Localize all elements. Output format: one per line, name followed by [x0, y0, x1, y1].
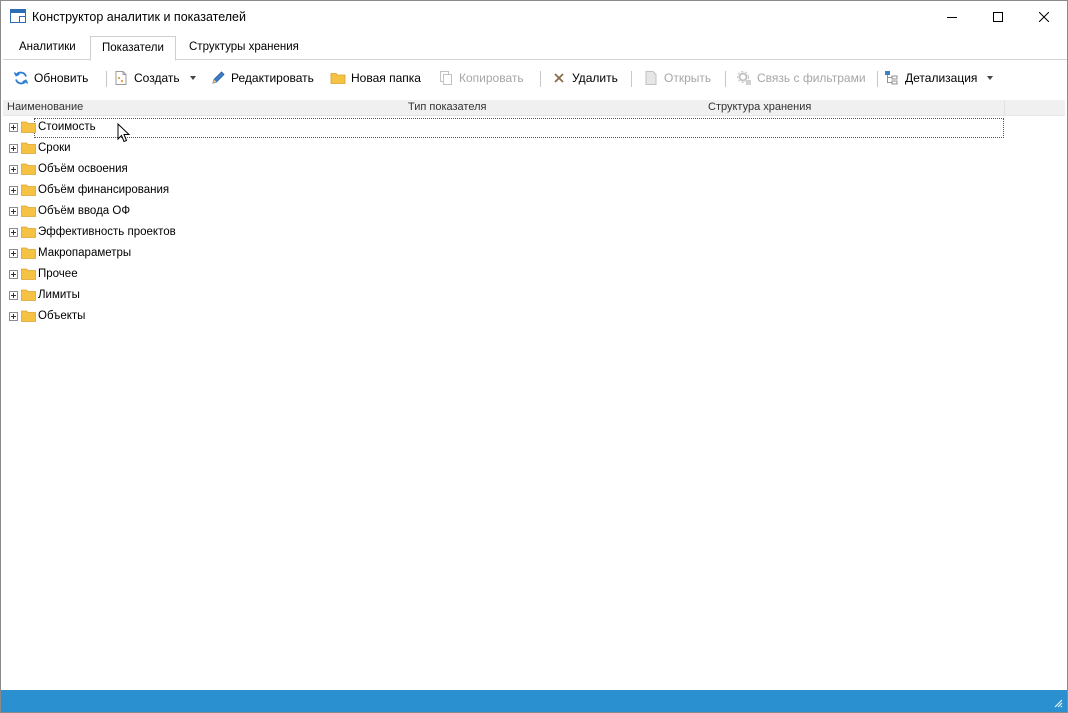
create-dropdown-arrow[interactable] [190, 76, 196, 80]
tab-strip: Аналитики Показатели Структуры хранения [3, 36, 1067, 61]
tree-row[interactable]: Объём освоения [3, 160, 1005, 180]
copy-icon [438, 70, 454, 86]
maximize-icon [993, 12, 1003, 22]
folder-icon [21, 310, 36, 322]
close-icon [1039, 12, 1049, 22]
edit-label: Редактировать [231, 71, 314, 85]
gear-link-icon [736, 70, 752, 86]
open-document-icon [643, 70, 659, 86]
tree-row-label: Лимиты [38, 289, 80, 301]
folder-icon [21, 268, 36, 280]
new-folder-button[interactable]: Новая папка [330, 67, 421, 89]
column-header-name[interactable]: Наименование [7, 101, 83, 113]
delete-label: Удалить [572, 71, 618, 85]
detail-label: Детализация [905, 71, 978, 85]
title-bar[interactable]: Конструктор аналитик и показателей [1, 1, 1067, 33]
toolbar-separator [540, 71, 541, 87]
refresh-icon [13, 70, 29, 86]
folder-icon [21, 247, 36, 259]
hierarchy-icon [884, 70, 900, 86]
detail-button[interactable]: Детализация [884, 67, 977, 89]
open-label: Открыть [664, 71, 712, 85]
tree-row-label: Объём освоения [38, 163, 128, 175]
expand-icon[interactable] [9, 207, 18, 216]
copy-button[interactable]: Копировать [438, 67, 524, 89]
tab-storage-structures[interactable]: Структуры хранения [178, 36, 310, 60]
delete-button[interactable]: Удалить [551, 67, 618, 89]
detail-dropdown-arrow[interactable] [987, 76, 993, 80]
tree-row-label: Объём ввода ОФ [38, 205, 131, 217]
column-header-type[interactable]: Тип показателя [408, 101, 486, 113]
open-button[interactable]: Открыть [643, 67, 711, 89]
toolbar-separator [725, 71, 726, 87]
tree-row[interactable]: Эффективность проектов [3, 223, 1005, 243]
new-folder-label: Новая папка [351, 71, 421, 85]
delete-icon [551, 70, 567, 86]
tree-row-label: Объекты [38, 310, 86, 322]
grid-header: Наименование Тип показателя Структура хр… [3, 100, 1065, 116]
folder-icon [21, 184, 36, 196]
tree-row[interactable]: Объекты [3, 307, 1005, 327]
tree-row[interactable]: Лимиты [3, 286, 1005, 306]
expand-icon[interactable] [9, 165, 18, 174]
tree-row-label: Макропараметры [38, 247, 132, 259]
tree-row-label: Эффективность проектов [38, 226, 176, 238]
tree-row-label: Сроки [38, 142, 71, 154]
create-label: Создать [134, 71, 180, 85]
tree-row[interactable]: Макропараметры [3, 244, 1005, 264]
tree-row[interactable]: Стоимость [3, 118, 1005, 138]
close-button[interactable] [1021, 1, 1067, 33]
copy-label: Копировать [459, 71, 524, 85]
tree-row-label: Стоимость [38, 121, 96, 133]
status-bar [1, 690, 1067, 712]
expand-icon[interactable] [9, 123, 18, 132]
expand-icon[interactable] [9, 270, 18, 279]
column-header-storage[interactable]: Структура хранения [708, 101, 811, 113]
filter-link-label: Связь с фильтрами [757, 71, 866, 85]
expand-icon[interactable] [9, 291, 18, 300]
folder-icon [21, 121, 36, 133]
toolbar-separator [106, 71, 107, 87]
refresh-label: Обновить [34, 71, 89, 85]
refresh-button[interactable]: Обновить [13, 67, 88, 89]
folder-icon [21, 289, 36, 301]
toolbar-separator [631, 71, 632, 87]
toolbar: Обновить Создать Редактировать Новая пап… [3, 63, 1067, 93]
folder-icon [21, 142, 36, 154]
tree-row-label: Прочее [38, 268, 78, 280]
resize-grip-icon[interactable] [1053, 698, 1063, 708]
tree-row-label: Объём финансирования [38, 184, 170, 196]
window-app-icon [10, 9, 26, 23]
tab-indicators[interactable]: Показатели [90, 36, 176, 61]
toolbar-separator [877, 71, 878, 87]
create-button[interactable]: Создать [113, 67, 180, 89]
tree-row[interactable]: Прочее [3, 265, 1005, 285]
new-document-icon [113, 70, 129, 86]
folder-icon [21, 205, 36, 217]
column-divider [1004, 100, 1005, 116]
minimize-button[interactable] [929, 1, 975, 33]
expand-icon[interactable] [9, 228, 18, 237]
expand-icon[interactable] [9, 312, 18, 321]
expand-icon[interactable] [9, 249, 18, 258]
maximize-button[interactable] [975, 1, 1021, 33]
folder-icon [330, 70, 346, 86]
tree-row[interactable]: Объём ввода ОФ [3, 202, 1005, 222]
expand-icon[interactable] [9, 144, 18, 153]
folder-icon [21, 226, 36, 238]
mouse-cursor-icon [117, 123, 131, 143]
tree-row[interactable]: Сроки [3, 139, 1005, 159]
main-window: Конструктор аналитик и показателей Анали… [0, 0, 1068, 713]
pencil-icon [210, 70, 226, 86]
edit-button[interactable]: Редактировать [210, 67, 314, 89]
tab-analytics[interactable]: Аналитики [8, 36, 87, 60]
expand-icon[interactable] [9, 186, 18, 195]
minimize-icon [947, 17, 957, 18]
folder-icon [21, 163, 36, 175]
focus-rectangle [34, 118, 1004, 138]
window-title: Конструктор аналитик и показателей [32, 10, 246, 24]
filter-link-button[interactable]: Связь с фильтрами [736, 67, 866, 89]
tree-row[interactable]: Объём финансирования [3, 181, 1005, 201]
